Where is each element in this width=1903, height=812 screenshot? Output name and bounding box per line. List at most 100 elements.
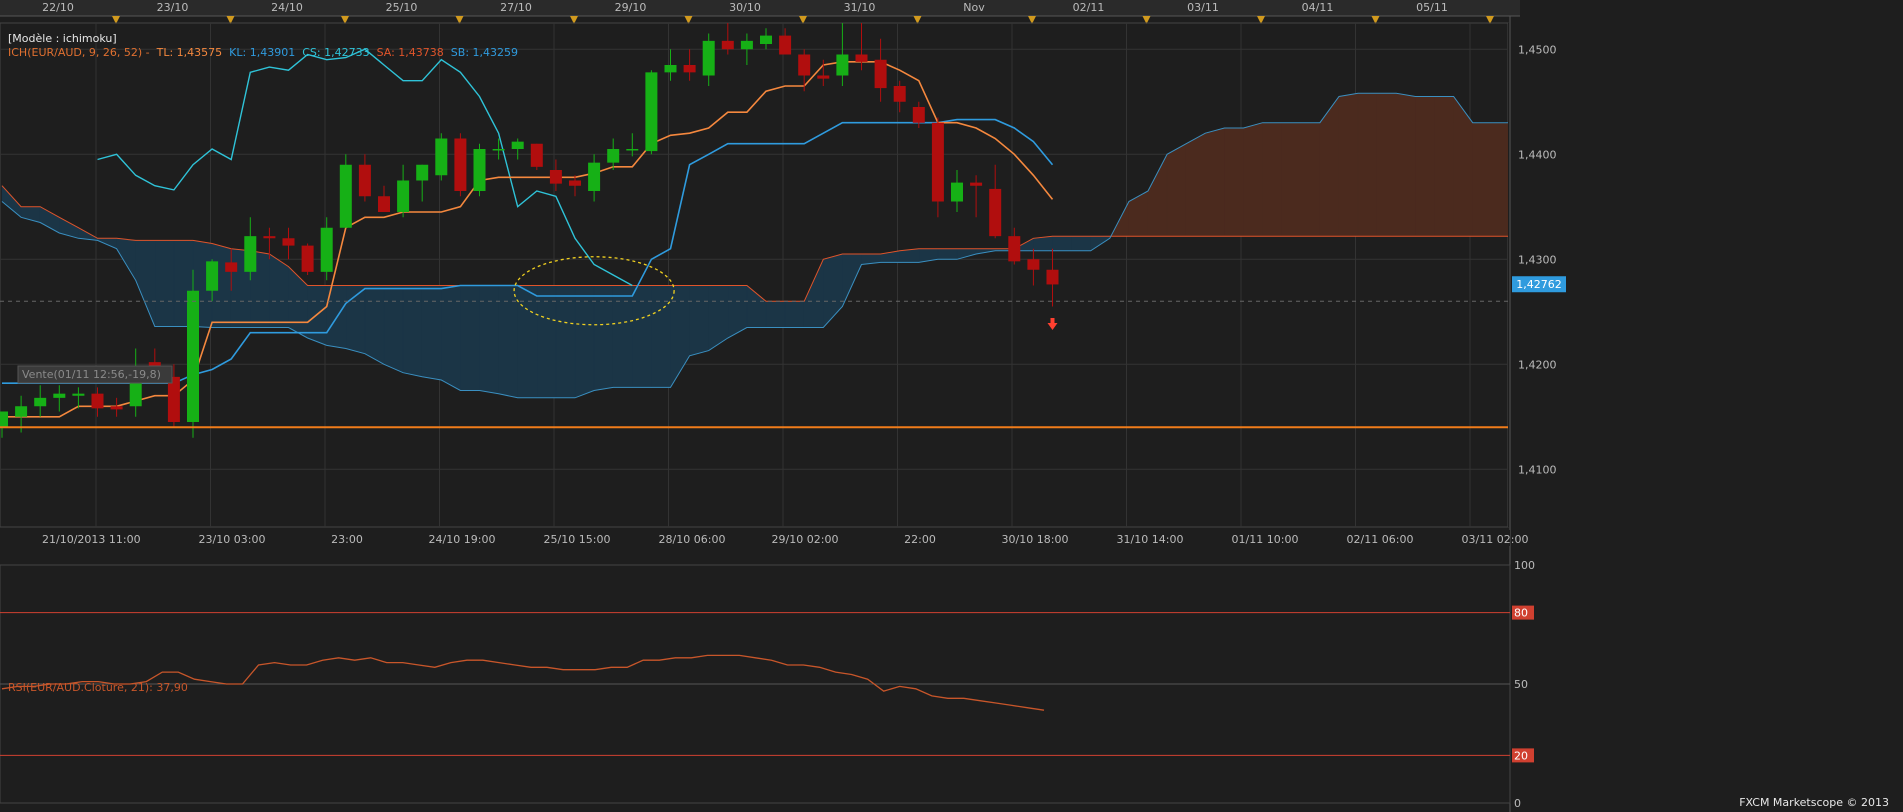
top-axis-label: 03/11 (1187, 1, 1219, 14)
bearish-candle (110, 406, 123, 410)
bearish-candle (282, 238, 295, 246)
bearish-candle (378, 196, 390, 212)
cloud-segment (1281, 122, 1302, 237)
bearish-candle (454, 138, 467, 191)
order-marker-label: Vente(01/11 12:56,-19,8) (22, 368, 161, 381)
time-tick-label: 25/10 15:00 (544, 533, 611, 546)
rsi-legend: RSI(EUR/AUD.Cloture, 21): 37,90 (8, 681, 188, 694)
cloud-segment (364, 285, 385, 365)
legend-chikou: CS: 1,42733 (302, 46, 370, 59)
cloud-segment (517, 285, 538, 399)
cloud-segment (1205, 127, 1225, 237)
time-tick-label: 31/10 14:00 (1117, 533, 1184, 546)
rsi-tick-label: 80 (1514, 607, 1528, 620)
bearish-candle (1046, 269, 1059, 285)
cloud-segment (1185, 132, 1206, 237)
bearish-candle (530, 143, 543, 167)
cloud-segment (498, 285, 518, 399)
cloud-segment (1472, 122, 1493, 237)
chart-model-label: [Modèle : ichimoku] (8, 32, 117, 45)
price-tick-label: 1,4300 (1518, 253, 1557, 266)
price-axis-background (1508, 23, 1903, 527)
bearish-candle (358, 164, 371, 197)
bullish-candle (760, 35, 772, 44)
bearish-candle (549, 170, 562, 184)
bullish-candle (320, 227, 333, 272)
footer-copyright: FXCM Marketscope © 2013 (1739, 796, 1889, 809)
bullish-candle (607, 149, 620, 163)
bearish-candle (798, 54, 811, 76)
legend-kijun: KL: 1,43901 (229, 46, 296, 59)
time-tick-label: 22:00 (904, 533, 936, 546)
rsi-tick-label: 50 (1514, 678, 1528, 691)
bullish-candle (34, 397, 47, 407)
top-axis-label: 30/10 (729, 1, 761, 14)
time-tick-label: 23/10 03:00 (199, 533, 266, 546)
top-axis-label: 25/10 (386, 1, 418, 14)
price-tick-label: 1,4500 (1518, 43, 1557, 56)
cloud-segment (402, 285, 423, 378)
time-tick-label: 21/10/2013 11:00 (42, 533, 141, 546)
top-axis-label: 23/10 (157, 1, 189, 14)
price-tick-label: 1,4400 (1518, 148, 1557, 161)
top-axis-label: 31/10 (844, 1, 876, 14)
cloud-segment (1434, 96, 1454, 237)
cloud-segment (1262, 122, 1282, 237)
bullish-candle (339, 164, 352, 228)
bearish-candle (931, 122, 944, 202)
cloud-segment (1376, 93, 1397, 237)
top-axis-label: Nov (963, 1, 985, 14)
bullish-candle (511, 141, 524, 149)
bearish-candle (817, 75, 830, 79)
cloud-segment (1224, 127, 1244, 237)
time-tick-label: 03/11 02:00 (1462, 533, 1529, 546)
bearish-candle (721, 40, 734, 50)
bullish-candle (397, 180, 410, 212)
bearish-candle (1027, 259, 1040, 270)
bearish-candle (893, 86, 906, 102)
cloud-segment (574, 285, 595, 399)
cloud-segment (1396, 92, 1416, 237)
cloud-segment (765, 300, 786, 328)
cloud-segment (1300, 122, 1321, 237)
bullish-candle (187, 290, 199, 422)
cloud-segment (784, 300, 805, 328)
cloud-segment (1243, 122, 1263, 237)
bullish-candle (645, 72, 658, 152)
ichimoku-legend: ICH(EUR/AUD, 9, 26, 52) - TL: 1,43575 KL: … (8, 46, 525, 59)
bullish-candle (951, 182, 963, 202)
bullish-candle (664, 65, 677, 73)
bullish-candle (416, 164, 429, 181)
bearish-candle (970, 182, 983, 186)
rsi-tick-label: 100 (1514, 559, 1535, 572)
bullish-candle (206, 261, 219, 291)
cloud-segment (555, 285, 576, 399)
bullish-candle (435, 138, 448, 176)
bearish-candle (1008, 236, 1021, 262)
cloud-segment (1415, 96, 1435, 237)
top-axis-label: 04/11 (1302, 1, 1334, 14)
legend-tenkan: TL: 1,43575 (156, 46, 223, 59)
rsi-tick-label: 0 (1514, 797, 1521, 810)
price-tick-label: 1,4200 (1518, 358, 1557, 371)
bearish-candle (855, 54, 868, 62)
bearish-candle (301, 245, 314, 272)
time-tick-label: 02/11 06:00 (1347, 533, 1414, 546)
legend-senkou-a: SA: 1,43738 (376, 46, 444, 59)
cloud-segment (536, 285, 557, 399)
cloud-segment (1357, 93, 1378, 237)
cloud-segment (460, 285, 480, 391)
cloud-segment (937, 248, 958, 260)
bearish-candle (989, 188, 1002, 237)
legend-indicator: ICH(EUR/AUD, 9, 26, 52) - (8, 46, 150, 59)
bullish-candle (740, 40, 753, 50)
bearish-candle (91, 393, 104, 409)
bullish-candle (626, 149, 639, 151)
bearish-candle (912, 107, 925, 123)
bullish-candle (0, 411, 8, 428)
top-axis-label: 27/10 (500, 1, 532, 14)
price-tick-label: 1,4100 (1518, 463, 1557, 476)
bearish-candle (874, 59, 887, 89)
time-tick-label: 29/10 02:00 (772, 533, 839, 546)
top-axis-label: 05/11 (1416, 1, 1448, 14)
